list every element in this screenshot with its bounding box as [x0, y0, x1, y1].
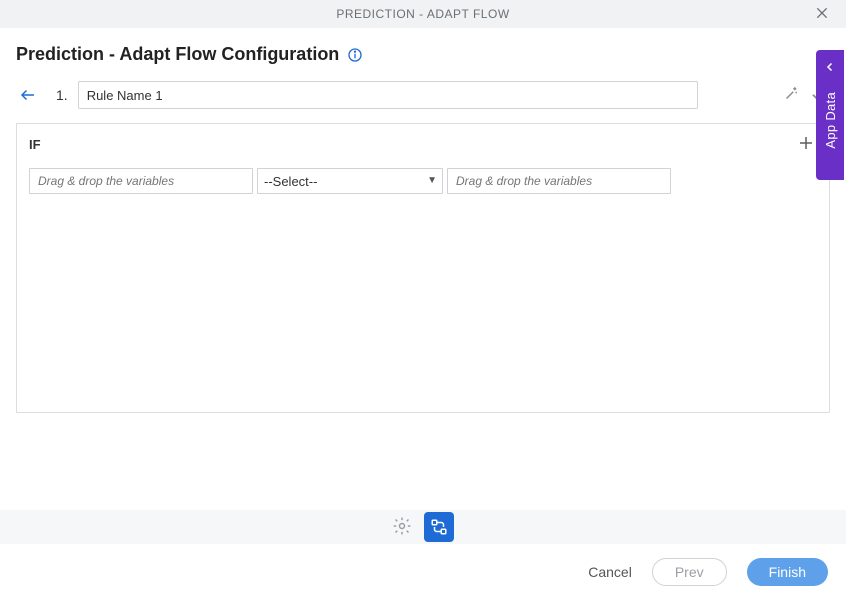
variable-drop-right[interactable]	[447, 168, 671, 194]
operator-select-wrap: --Select-- ▼	[257, 168, 443, 194]
if-header-row: IF	[29, 134, 817, 154]
dialog-title: PREDICTION - ADAPT FLOW	[336, 7, 509, 21]
rule-header-row: 1.	[16, 81, 830, 109]
dialog-header: PREDICTION - ADAPT FLOW	[0, 0, 846, 28]
magic-wand-icon[interactable]	[782, 85, 802, 105]
info-icon[interactable]	[347, 47, 363, 63]
finish-button[interactable]: Finish	[747, 558, 828, 586]
app-data-side-tab[interactable]: App Data	[816, 50, 844, 180]
add-condition-icon[interactable]	[797, 134, 817, 154]
cancel-button[interactable]: Cancel	[588, 564, 632, 580]
rule-panel: IF --Select-- ▼	[16, 123, 830, 413]
prev-button[interactable]: Prev	[652, 558, 727, 586]
rule-number: 1.	[56, 87, 68, 103]
if-label: IF	[29, 137, 41, 152]
side-tab-label: App Data	[823, 92, 838, 149]
chevron-left-icon	[824, 60, 836, 78]
page-title-row: Prediction - Adapt Flow Configuration	[16, 44, 830, 65]
rule-name-input[interactable]	[78, 81, 698, 109]
variable-drop-left[interactable]	[29, 168, 253, 194]
back-arrow-icon[interactable]	[16, 83, 40, 107]
page-title: Prediction - Adapt Flow Configuration	[16, 44, 339, 65]
bottom-toolbar	[0, 510, 846, 544]
close-icon[interactable]	[814, 5, 832, 23]
flow-mode-button[interactable]	[424, 512, 454, 542]
condition-row: --Select-- ▼	[29, 168, 817, 194]
operator-select[interactable]: --Select--	[257, 168, 443, 194]
main-content: Prediction - Adapt Flow Configuration 1.…	[0, 28, 846, 429]
footer-actions: Cancel Prev Finish	[588, 558, 828, 586]
gear-icon[interactable]	[392, 516, 414, 538]
